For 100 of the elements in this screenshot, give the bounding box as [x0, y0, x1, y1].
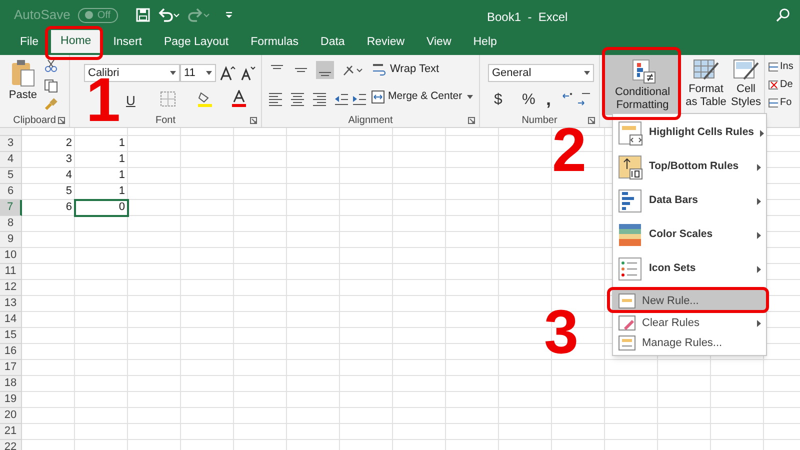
row-header[interactable]: 18: [0, 376, 22, 392]
decrease-indent-icon[interactable]: [334, 91, 349, 107]
borders-icon[interactable]: [160, 91, 176, 107]
table-cell[interactable]: 4: [22, 168, 75, 184]
caret-icon: [584, 71, 590, 75]
insert-icon: [768, 60, 778, 72]
caret-icon: [206, 71, 212, 75]
orientation-icon[interactable]: [342, 63, 364, 77]
ribbon-tab[interactable]: Help: [463, 30, 507, 55]
table-cell[interactable]: 1: [75, 152, 128, 168]
menu-item[interactable]: Color Scales: [613, 218, 766, 252]
dialog-launcher-icon[interactable]: [58, 117, 65, 124]
scissors-icon[interactable]: [44, 59, 58, 73]
table-cell[interactable]: 2: [22, 136, 75, 152]
number-format-field[interactable]: General: [488, 64, 594, 82]
search-icon[interactable]: [776, 8, 790, 22]
row-header[interactable]: 12: [0, 280, 22, 296]
row-header[interactable]: 15: [0, 328, 22, 344]
dialog-launcher-icon[interactable]: [250, 117, 257, 124]
fill-color-icon[interactable]: [197, 90, 213, 107]
align-center-icon[interactable]: [290, 91, 305, 107]
row-header[interactable]: 21: [0, 424, 22, 440]
row-header[interactable]: 14: [0, 312, 22, 328]
group-label: Clipboard: [13, 114, 56, 128]
table-cell[interactable]: 5: [22, 184, 75, 200]
row-header[interactable]: 20: [0, 408, 22, 424]
increase-indent-icon[interactable]: [352, 91, 367, 107]
color-scales-icon: [618, 222, 643, 248]
undo-icon[interactable]: [158, 8, 180, 22]
table-cell[interactable]: 3: [22, 152, 75, 168]
row-header[interactable]: 4: [0, 152, 22, 168]
group-label: Font: [155, 114, 176, 128]
table-cell[interactable]: 6: [22, 200, 75, 216]
step-number: 3: [544, 308, 578, 358]
currency-button[interactable]: $: [494, 89, 502, 112]
row-header[interactable]: 10: [0, 248, 22, 264]
ribbon-tab[interactable]: Formulas: [240, 30, 309, 55]
cell-styles-button[interactable]: Cell Styles: [728, 57, 764, 109]
merge-cells-icon: [371, 90, 385, 104]
decimal-places-icon[interactable]: [562, 91, 592, 107]
row-header[interactable]: 19: [0, 392, 22, 408]
ribbon-tab[interactable]: Page Layout: [154, 30, 239, 55]
ribbon-tab[interactable]: View: [416, 30, 462, 55]
format-as-table-button[interactable]: Format as Table: [684, 57, 728, 109]
menu-item[interactable]: Data Bars: [613, 184, 766, 218]
top-bottom-rules-icon: [618, 154, 643, 180]
dialog-launcher-icon[interactable]: [588, 117, 595, 124]
row-header[interactable]: 16: [0, 344, 22, 360]
decrease-font-icon[interactable]: [240, 65, 256, 81]
table-cell[interactable]: 0: [75, 200, 128, 216]
increase-font-icon[interactable]: [220, 65, 236, 81]
delete-icon: [768, 78, 778, 90]
row-header[interactable]: 7: [0, 200, 22, 216]
row-header[interactable]: 3: [0, 136, 22, 152]
icon-sets-icon: [618, 256, 643, 282]
table-cell[interactable]: 1: [75, 168, 128, 184]
copy-icon[interactable]: [44, 79, 58, 93]
cells-command[interactable]: Fo: [768, 95, 792, 110]
table-cell[interactable]: 1: [75, 136, 128, 152]
font-size-field[interactable]: 11: [180, 64, 216, 82]
bottom-align-icon[interactable]: [316, 61, 334, 79]
caret-icon: [467, 94, 474, 99]
conditional-formatting-button[interactable]: Conditional Formatting: [605, 55, 680, 115]
align-right-icon[interactable]: [312, 91, 327, 107]
row-header[interactable]: 6: [0, 184, 22, 200]
menu-item[interactable]: Clear Rules: [613, 313, 766, 333]
row-header[interactable]: 8: [0, 216, 22, 232]
ribbon-tab[interactable]: Data: [310, 30, 355, 55]
step-number: 2: [552, 126, 586, 176]
percent-button[interactable]: %: [522, 89, 536, 112]
clear-rules-icon: [618, 314, 636, 332]
row-header[interactable]: 17: [0, 360, 22, 376]
align-left-icon[interactable]: [268, 91, 283, 107]
menu-item[interactable]: Top/Bottom Rules: [613, 150, 766, 184]
cells-command[interactable]: De: [768, 77, 793, 92]
merge-center-button[interactable]: Merge & Center: [371, 89, 474, 105]
font-color-icon[interactable]: [231, 90, 247, 107]
table-cell[interactable]: 1: [75, 184, 128, 200]
dialog-launcher-icon[interactable]: [468, 117, 475, 124]
row-header[interactable]: 22: [0, 440, 22, 450]
menu-item[interactable]: Icon Sets: [613, 252, 766, 286]
comma-style-button[interactable]: ,: [546, 86, 552, 113]
menu-item[interactable]: Manage Rules...: [613, 333, 766, 353]
row-header[interactable]: 5: [0, 168, 22, 184]
wrap-text-button[interactable]: Wrap Text: [372, 61, 440, 78]
cells-command[interactable]: Ins: [768, 59, 794, 74]
underline-button[interactable]: U: [126, 91, 136, 110]
paste-button[interactable]: Paste: [4, 59, 42, 104]
ribbon-tab[interactable]: Review: [356, 30, 415, 55]
save-icon[interactable]: [136, 8, 150, 22]
row-header[interactable]: 13: [0, 296, 22, 312]
group-label: Number: [522, 114, 558, 128]
ribbon-tab[interactable]: Home: [50, 30, 102, 55]
menu-item[interactable]: Highlight Cells Rules: [613, 116, 766, 150]
ribbon-tab[interactable]: Insert: [103, 30, 152, 55]
row-header[interactable]: 11: [0, 264, 22, 280]
row-header[interactable]: 9: [0, 232, 22, 248]
ribbon-tab[interactable]: File: [10, 30, 49, 55]
customize-toolbar-icon[interactable]: [224, 10, 234, 20]
window-title: Book1 - Excel: [487, 9, 568, 26]
